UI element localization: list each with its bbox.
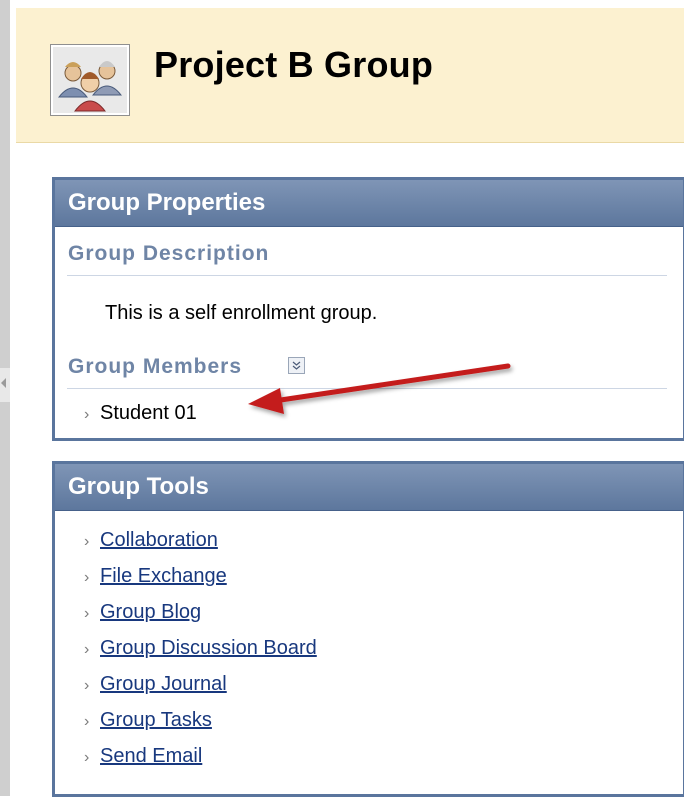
chevron-right-icon: ›	[84, 605, 90, 622]
tool-item-file-exchange[interactable]: › File Exchange	[84, 565, 227, 588]
chevron-right-icon: ›	[84, 677, 90, 694]
group-description-text: This is a self enrollment group.	[105, 302, 378, 324]
annotation-arrow	[248, 363, 511, 414]
group-tools-panel: Group Tools › Collaboration › File Exchang…	[52, 461, 684, 797]
group-members-heading: Group Members	[68, 355, 243, 378]
tool-item-group-discussion-board[interactable]: › Group Discussion Board	[84, 637, 317, 660]
group-description-heading: Group Description	[68, 242, 270, 265]
tool-link[interactable]: Group Journal	[100, 673, 227, 695]
tool-link[interactable]: Group Discussion Board	[100, 637, 317, 659]
group-tools-heading: Group Tools	[55, 464, 683, 511]
list-item: › Student 01	[84, 402, 197, 425]
tool-item-send-email[interactable]: › Send Email	[84, 745, 202, 768]
chevron-right-icon: ›	[84, 406, 90, 423]
browser-left-edge	[0, 0, 10, 796]
tool-link[interactable]: Group Blog	[100, 601, 201, 623]
group-properties-heading: Group Properties	[55, 180, 683, 227]
tool-item-collaboration[interactable]: › Collaboration	[84, 529, 218, 552]
chevron-right-icon: ›	[84, 533, 90, 550]
group-people-icon	[50, 44, 130, 116]
tool-item-group-tasks[interactable]: › Group Tasks	[84, 709, 212, 732]
tool-item-group-blog[interactable]: › Group Blog	[84, 601, 201, 624]
tool-link[interactable]: Group Tasks	[100, 709, 212, 731]
chevron-right-icon: ›	[84, 713, 90, 730]
chevron-right-icon: ›	[84, 641, 90, 658]
tool-link[interactable]: Send Email	[100, 745, 202, 767]
divider	[67, 275, 667, 276]
chevron-right-icon: ›	[84, 749, 90, 766]
collapse-arrow-icon[interactable]	[1, 378, 6, 388]
group-member-name: Student 01	[100, 402, 197, 424]
tool-item-group-journal[interactable]: › Group Journal	[84, 673, 227, 696]
tool-link[interactable]: Collaboration	[100, 529, 218, 551]
chevron-right-icon: ›	[84, 569, 90, 586]
tool-link[interactable]: File Exchange	[100, 565, 227, 587]
page-title: Project B Group	[154, 44, 434, 85]
